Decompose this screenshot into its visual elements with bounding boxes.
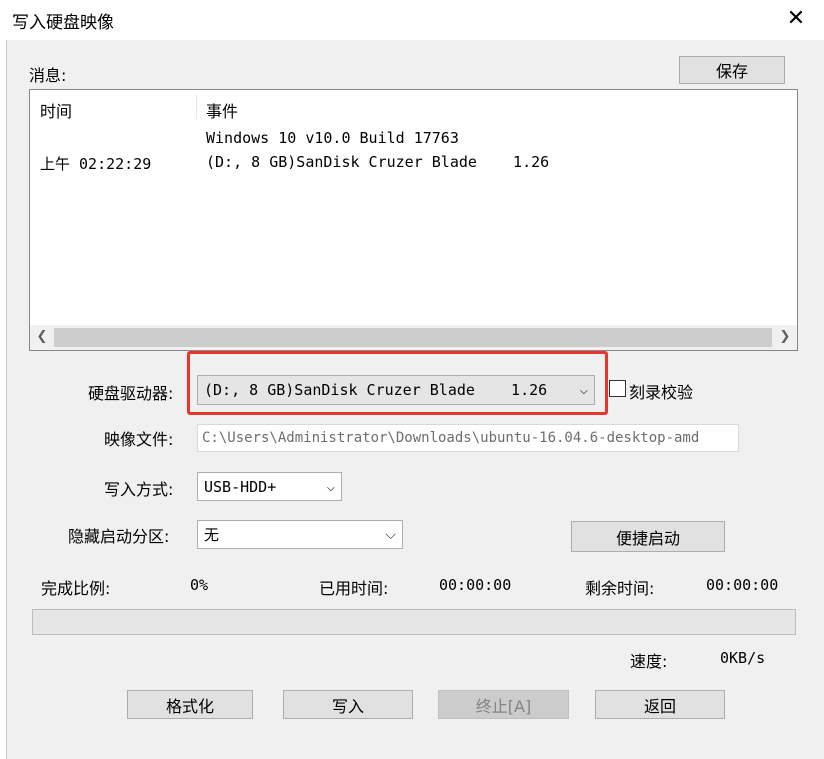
close-icon[interactable]: ✕	[782, 4, 810, 34]
messages-label: 消息:	[29, 66, 67, 85]
verify-label: 刻录校验	[629, 383, 694, 402]
title-bar	[6, 0, 824, 40]
elapsed-time-label: 已用时间:	[319, 579, 389, 598]
log-row-event: (D:, 8 GB)SanDisk Cruzer Blade 1.26	[206, 153, 550, 171]
stop-button[interactable]: 终止[A]	[438, 690, 569, 719]
log-header: 时间 事件	[30, 90, 797, 122]
hidden-partition-value: 无	[204, 526, 220, 544]
highlight-annotation	[187, 351, 608, 415]
remaining-time-label: 剩余时间:	[585, 579, 655, 598]
complete-ratio-value: 0%	[190, 576, 209, 594]
remaining-time-value: 00:00:00	[706, 576, 779, 594]
format-button[interactable]: 格式化	[127, 690, 253, 719]
hidden-partition-select[interactable]: 无 ⌵	[197, 520, 403, 549]
image-file-field[interactable]: C:\Users\Administrator\Downloads\ubuntu-…	[197, 424, 739, 452]
write-mode-label: 写入方式:	[104, 480, 174, 499]
scroll-thumb[interactable]	[54, 328, 772, 347]
speed-value: 0KB/s	[720, 649, 766, 667]
verify-checkbox[interactable]	[609, 380, 626, 397]
window-title: 写入硬盘映像	[12, 13, 114, 33]
complete-ratio-label: 完成比例:	[41, 579, 111, 598]
scroll-right-icon[interactable]: ❯	[775, 327, 795, 347]
column-header-time[interactable]: 时间	[40, 98, 72, 122]
write-mode-value: USB-HDD+	[204, 477, 277, 496]
horizontal-scrollbar[interactable]: ❮ ❯	[30, 325, 797, 350]
elapsed-time-value: 00:00:00	[439, 576, 512, 594]
write-mode-select[interactable]: USB-HDD+ ⌵	[197, 472, 342, 501]
scroll-left-icon[interactable]: ❮	[32, 327, 52, 347]
chevron-down-icon: ⌵	[385, 526, 396, 543]
log-row-event: Windows 10 v10.0 Build 17763	[206, 129, 459, 147]
column-divider[interactable]	[196, 94, 197, 118]
speed-label: 速度:	[630, 652, 668, 671]
message-log: 时间 事件 上午 02:22:29 Windows 10 v10.0 Build…	[29, 89, 798, 351]
chevron-down-icon: ⌵	[326, 478, 335, 495]
save-button[interactable]: 保存	[679, 56, 785, 84]
log-row-time: 上午 02:22:29	[40, 155, 152, 173]
image-file-label: 映像文件:	[104, 430, 174, 449]
quick-boot-button[interactable]: 便捷启动	[571, 521, 725, 552]
progress-bar	[32, 609, 796, 635]
drive-label: 硬盘驱动器:	[88, 384, 174, 403]
write-button[interactable]: 写入	[283, 690, 413, 719]
back-button[interactable]: 返回	[595, 690, 725, 719]
column-header-event[interactable]: 事件	[206, 98, 238, 122]
hidden-partition-label: 隐藏启动分区:	[68, 527, 170, 546]
